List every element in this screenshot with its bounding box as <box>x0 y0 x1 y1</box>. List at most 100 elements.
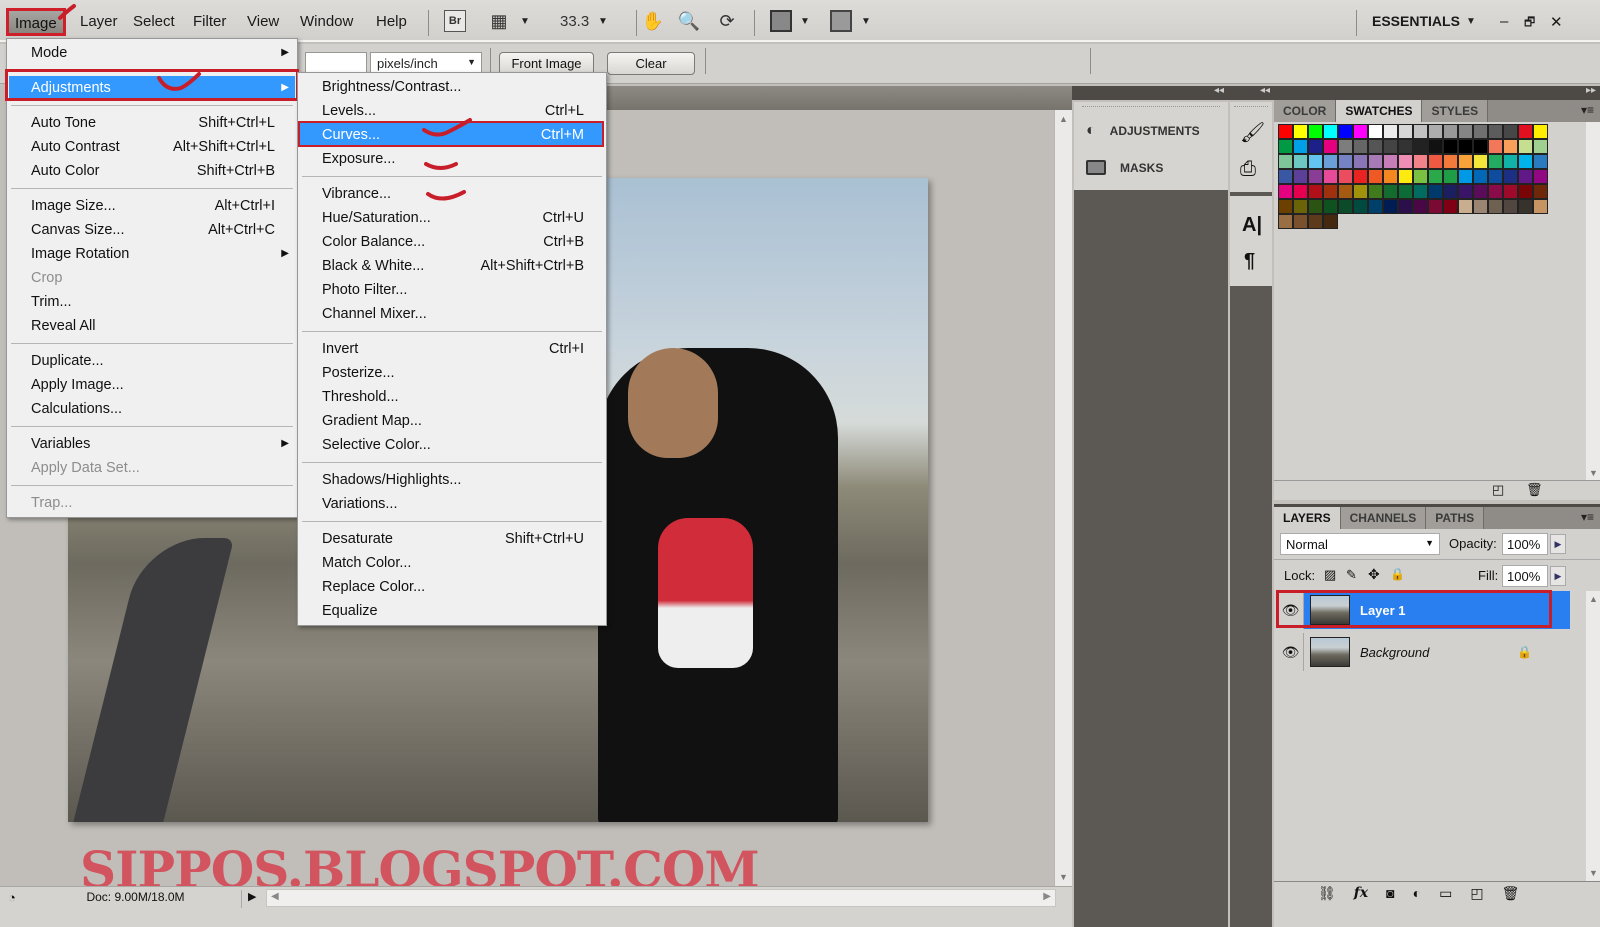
color-swatch[interactable] <box>1293 184 1308 199</box>
color-swatch[interactable] <box>1398 169 1413 184</box>
tab-color[interactable]: COLOR <box>1274 100 1337 122</box>
color-swatch[interactable] <box>1488 184 1503 199</box>
color-swatch[interactable] <box>1473 154 1488 169</box>
menu-select[interactable]: Select <box>129 12 179 31</box>
panel-menu-icon[interactable]: ▾≡ <box>1581 510 1594 524</box>
color-swatch[interactable] <box>1473 169 1488 184</box>
menu-layer[interactable]: Layer <box>76 12 122 31</box>
color-swatch[interactable] <box>1428 139 1443 154</box>
color-swatch[interactable] <box>1323 184 1338 199</box>
menu-window[interactable]: Window <box>296 12 357 31</box>
color-swatch[interactable] <box>1308 124 1323 139</box>
hand-icon[interactable]: ✋ <box>642 10 664 32</box>
menu-item-replace-color[interactable]: Replace Color... <box>300 575 604 599</box>
color-swatch[interactable] <box>1443 139 1458 154</box>
color-swatch[interactable] <box>1503 124 1518 139</box>
chevron-down-icon[interactable]: ▼ <box>794 10 816 32</box>
color-swatch[interactable] <box>1323 124 1338 139</box>
lock-position-icon[interactable]: ✥ <box>1368 566 1380 583</box>
paragraph-icon[interactable]: ¶ <box>1244 250 1255 273</box>
color-swatch[interactable] <box>1503 139 1518 154</box>
menu-item-equalize[interactable]: Equalize <box>300 599 604 623</box>
color-swatch[interactable] <box>1338 139 1353 154</box>
color-swatch[interactable] <box>1473 139 1488 154</box>
color-swatch[interactable] <box>1488 124 1503 139</box>
menu-item-photo-filter[interactable]: Photo Filter... <box>300 278 604 302</box>
color-swatch[interactable] <box>1383 184 1398 199</box>
collapse-icon[interactable]: ◂◂ <box>1260 85 1270 96</box>
color-swatch[interactable] <box>1353 169 1368 184</box>
close-button[interactable]: ✕ <box>1546 12 1567 32</box>
resolution-input[interactable] <box>305 52 367 74</box>
color-swatch[interactable] <box>1533 154 1548 169</box>
color-swatch[interactable] <box>1293 124 1308 139</box>
screen-mode-icon[interactable] <box>830 10 852 32</box>
color-swatch[interactable] <box>1488 154 1503 169</box>
menu-item-trim[interactable]: Trim... <box>9 290 295 314</box>
color-swatch[interactable] <box>1533 184 1548 199</box>
menu-item-levels[interactable]: Levels... Ctrl+L <box>300 99 604 123</box>
chevron-down-icon[interactable]: ▼ <box>1460 10 1482 32</box>
horizontal-scrollbar[interactable]: ◀ ▶ <box>266 889 1056 907</box>
color-swatch[interactable] <box>1383 169 1398 184</box>
new-swatch-icon[interactable]: ◰ <box>1492 482 1504 498</box>
visibility-eye-icon[interactable]: 👁 <box>1278 591 1304 629</box>
menu-item-variables[interactable]: Variables ▶ <box>9 432 295 456</box>
color-swatch[interactable] <box>1353 154 1368 169</box>
adjustment-layer-icon[interactable]: ◐ <box>1413 885 1421 902</box>
delete-swatch-icon[interactable]: 🗑 <box>1526 482 1543 498</box>
color-swatch[interactable] <box>1383 199 1398 214</box>
color-swatch[interactable] <box>1308 199 1323 214</box>
color-swatch[interactable] <box>1338 184 1353 199</box>
color-swatch[interactable] <box>1458 124 1473 139</box>
color-swatch[interactable] <box>1278 154 1293 169</box>
menu-item-canvas-size[interactable]: Canvas Size... Alt+Ctrl+C <box>9 218 295 242</box>
color-swatch[interactable] <box>1398 184 1413 199</box>
brushes-icon[interactable]: 🖌 <box>1240 120 1265 145</box>
color-swatch[interactable] <box>1293 199 1308 214</box>
color-swatch[interactable] <box>1398 139 1413 154</box>
menu-item-curves[interactable]: Curves... Ctrl+M <box>300 123 604 147</box>
color-swatch[interactable] <box>1518 154 1533 169</box>
chevron-down-icon[interactable]: ▼ <box>592 10 614 32</box>
color-swatch[interactable] <box>1308 154 1323 169</box>
menu-item-auto-tone[interactable]: Auto Tone Shift+Ctrl+L <box>9 111 295 135</box>
color-swatch[interactable] <box>1473 199 1488 214</box>
menu-item-exposure[interactable]: Exposure... <box>300 147 604 171</box>
color-swatch[interactable] <box>1338 154 1353 169</box>
color-swatch[interactable] <box>1278 184 1293 199</box>
color-swatch[interactable] <box>1383 124 1398 139</box>
color-swatch[interactable] <box>1428 199 1443 214</box>
menu-item-invert[interactable]: Invert Ctrl+I <box>300 337 604 361</box>
menu-item-reveal-all[interactable]: Reveal All <box>9 314 295 338</box>
restore-button[interactable]: 🗗 <box>1520 12 1539 35</box>
menu-image[interactable]: Image <box>6 8 66 36</box>
color-swatch[interactable] <box>1398 199 1413 214</box>
menu-item-selective-color[interactable]: Selective Color... <box>300 433 604 457</box>
color-swatch[interactable] <box>1518 184 1533 199</box>
new-group-icon[interactable]: ▭ <box>1439 885 1452 902</box>
menu-item-adjustments[interactable]: Adjustments ▶ <box>9 76 295 100</box>
color-swatch[interactable] <box>1533 199 1548 214</box>
minibridge-icon[interactable]: ▦ <box>488 10 510 32</box>
color-swatch[interactable] <box>1308 214 1323 229</box>
expand-icon[interactable]: ▸▸ <box>1586 85 1596 96</box>
color-swatch[interactable] <box>1428 169 1443 184</box>
menu-item-image-rotation[interactable]: Image Rotation ▶ <box>9 242 295 266</box>
link-layers-icon[interactable]: ⛓ <box>1318 885 1336 902</box>
status-clock-icon[interactable]: ◔ <box>8 890 16 905</box>
color-swatch[interactable] <box>1458 199 1473 214</box>
color-swatch[interactable] <box>1368 184 1383 199</box>
color-swatch[interactable] <box>1278 169 1293 184</box>
color-swatch[interactable] <box>1383 154 1398 169</box>
adjustments-panel-button[interactable]: ◐ ADJUSTMENTS <box>1086 122 1200 140</box>
clear-button[interactable]: Clear <box>607 52 695 75</box>
panel-grip[interactable] <box>1234 106 1268 109</box>
blend-mode-select[interactable]: Normal ▼ <box>1280 533 1440 555</box>
color-swatch[interactable] <box>1323 199 1338 214</box>
menu-filter[interactable]: Filter <box>189 12 230 31</box>
color-swatch[interactable] <box>1323 154 1338 169</box>
color-swatch[interactable] <box>1278 214 1293 229</box>
menu-item-brightness-contrast[interactable]: Brightness/Contrast... <box>300 75 604 99</box>
menu-item-image-size[interactable]: Image Size... Alt+Ctrl+I <box>9 194 295 218</box>
